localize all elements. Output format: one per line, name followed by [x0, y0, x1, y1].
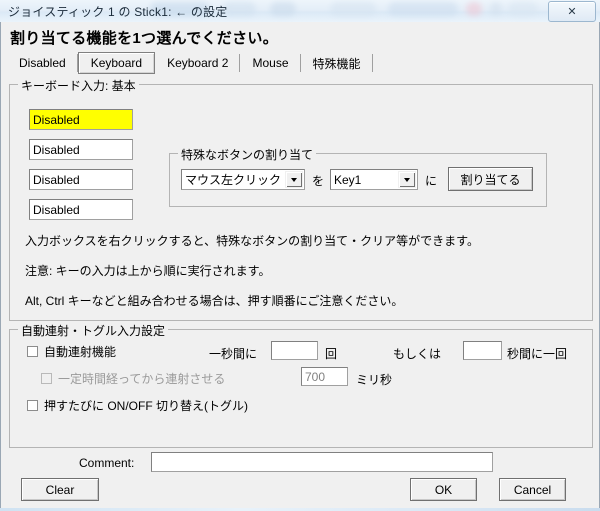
delay-autofire-checkbox-label: 一定時間経ってから連射させる	[58, 372, 226, 386]
delay-input[interactable]: 700	[301, 367, 348, 386]
checkbox-box	[27, 346, 38, 357]
assign-button[interactable]: 割り当てる	[448, 167, 533, 191]
glass-reflection	[388, 2, 458, 16]
window-title: ジョイスティック 1 の Stick1: ← の設定	[8, 5, 228, 19]
tab-label: 特殊機能	[312, 56, 361, 71]
rate-input[interactable]	[271, 341, 318, 360]
key-input-4[interactable]: Disabled	[29, 199, 133, 220]
keyboard-input-group-label: キーボード入力: 基本	[18, 77, 139, 94]
tab-strip: Disabled Keyboard Keyboard 2 Mouse 特殊機能	[7, 52, 437, 74]
note-modifier-keys: Alt, Ctrl キーなどと組み合わせる場合は、押す順番にご注意ください。	[25, 294, 404, 308]
comment-input[interactable]	[151, 452, 493, 472]
page-title: 割り当てる機能を1つ選んでください。	[10, 30, 278, 47]
toggle-checkbox[interactable]: 押すたびに ON/OFF 切り替え(トグル)	[27, 397, 248, 414]
tab-label: Keyboard	[90, 56, 143, 70]
special-assign-group-label: 特殊なボタンの割り当て	[178, 146, 317, 163]
rate-unit-label: 回	[325, 347, 338, 361]
tab-mouse[interactable]: Mouse	[240, 52, 301, 74]
assign-key-select-value: Key1	[334, 172, 362, 187]
connector-ni-label: に	[425, 174, 438, 188]
tab-disabled[interactable]: Disabled	[7, 52, 78, 74]
close-button[interactable]: ✕	[548, 1, 596, 22]
key-input-3[interactable]: Disabled	[29, 169, 133, 190]
tab-special-functions[interactable]: 特殊機能	[301, 52, 373, 74]
tab-keyboard[interactable]: Keyboard	[77, 52, 156, 74]
glass-reflection	[330, 2, 376, 16]
key-input-2[interactable]: Disabled	[29, 139, 133, 160]
note-right-click: 入力ボックスを右クリックすると、特殊なボタンの割り当て・クリア等ができます。	[25, 234, 479, 248]
checkbox-box	[41, 373, 52, 384]
or-label: もしくは	[393, 347, 442, 361]
tab-separator	[371, 54, 373, 72]
interval-input[interactable]	[463, 341, 502, 360]
chevron-down-icon[interactable]	[285, 171, 303, 188]
tab-label: Disabled	[19, 56, 66, 70]
tab-label: Mouse	[252, 56, 289, 70]
close-icon: ✕	[567, 5, 577, 18]
comment-label: Comment:	[79, 456, 135, 470]
dialog-client-area: 割り当てる機能を1つ選んでください。 Disabled Keyboard Key…	[0, 22, 600, 511]
rate-prefix-label: 一秒間に	[209, 347, 258, 361]
glass-reflection	[466, 2, 482, 16]
clear-button[interactable]: Clear	[21, 478, 99, 501]
delay-autofire-checkbox[interactable]: 一定時間経ってから連射させる	[41, 370, 225, 387]
tab-label: Keyboard 2	[167, 56, 229, 70]
glass-reflection	[490, 2, 502, 16]
key-input-1[interactable]: Disabled	[29, 109, 133, 130]
title-bar: ジョイスティック 1 の Stick1: ← の設定 ✕	[0, 0, 600, 23]
interval-unit-label: 秒間に一回	[507, 347, 568, 361]
cancel-button[interactable]: Cancel	[499, 478, 566, 501]
special-button-select-value: マウス左クリック	[185, 173, 282, 187]
glass-reflection	[508, 2, 538, 16]
autofire-toggle-group-label: 自動連射・トグル入力設定	[18, 322, 169, 339]
assign-key-select[interactable]: Key1	[330, 169, 418, 190]
delay-unit-label: ミリ秒	[356, 373, 393, 387]
checkbox-box	[27, 400, 38, 411]
autofire-checkbox[interactable]: 自動連射機能	[27, 343, 116, 360]
settings-dialog-window: ジョイスティック 1 の Stick1: ← の設定 ✕ 割り当てる機能を1つ選…	[0, 0, 600, 511]
chevron-down-icon[interactable]	[398, 171, 416, 188]
connector-wo-label: を	[312, 174, 325, 188]
note-key-order: 注意: キーの入力は上から順に実行されます。	[25, 264, 271, 278]
special-button-select[interactable]: マウス左クリック	[181, 169, 305, 190]
ok-button[interactable]: OK	[410, 478, 477, 501]
glass-reflection	[270, 2, 296, 16]
tab-keyboard-2[interactable]: Keyboard 2	[155, 52, 241, 74]
autofire-checkbox-label: 自動連射機能	[44, 345, 117, 359]
toggle-checkbox-label: 押すたびに ON/OFF 切り替え(トグル)	[44, 399, 248, 413]
